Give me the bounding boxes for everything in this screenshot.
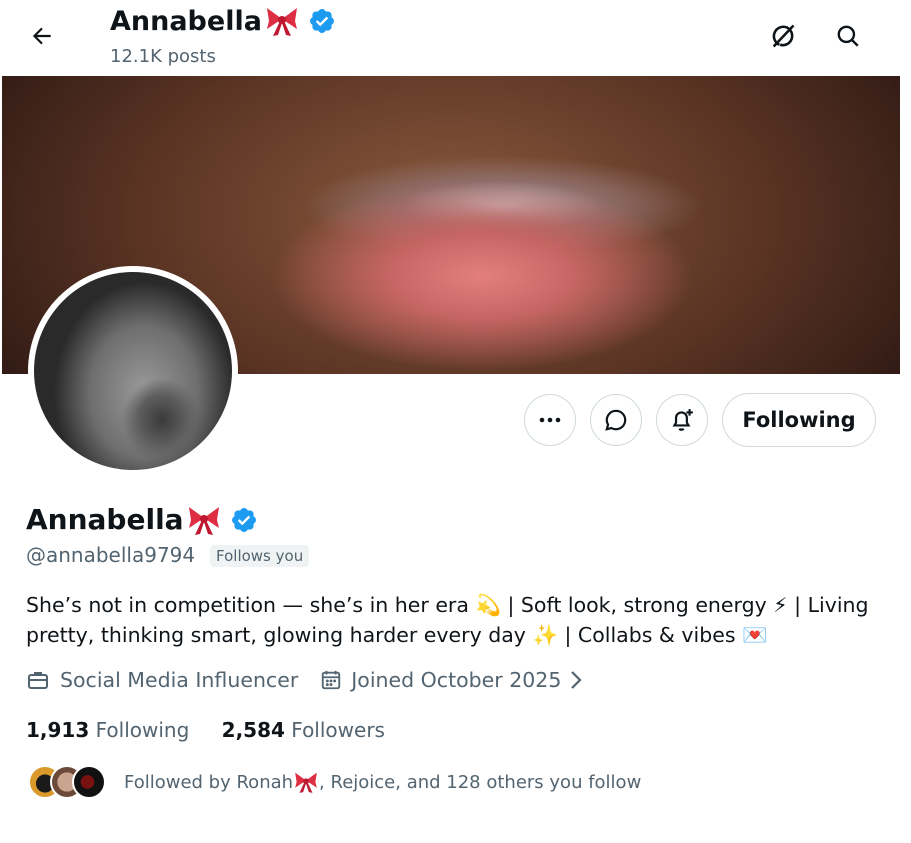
bell-plus-icon <box>672 409 693 431</box>
verified-badge-icon[interactable] <box>308 7 336 35</box>
message-button[interactable] <box>590 394 642 446</box>
following-count-link[interactable]: 1,913 Following <box>26 718 189 742</box>
followers-count-link[interactable]: 2,584 Followers <box>222 718 385 742</box>
profile-handle: @annabella9794 <box>26 543 196 567</box>
header-display-name: Annabella <box>110 5 336 37</box>
post-count: 12.1K posts <box>110 46 216 67</box>
calendar-icon <box>322 670 341 690</box>
following-count: 1,913 <box>26 718 90 742</box>
verified-badge-icon[interactable] <box>230 506 258 534</box>
profile-display-name: Annabella <box>26 503 258 536</box>
follow-counts: 1,913 Following 2,584 Followers <box>26 718 385 742</box>
back-arrow-icon[interactable] <box>24 18 60 54</box>
following-label: Following <box>95 718 190 742</box>
ribbon-emoji-icon <box>266 8 297 36</box>
briefcase-icon <box>28 672 48 689</box>
following-button[interactable]: Following <box>722 393 876 447</box>
avatar[interactable] <box>34 272 232 470</box>
search-icon[interactable] <box>830 18 866 54</box>
follows-you-badge: Follows you <box>210 545 310 567</box>
followed-by-suffix: , Rejoice, and 128 others you follow <box>319 771 642 793</box>
grok-icon[interactable] <box>765 18 801 54</box>
avatar <box>72 765 106 799</box>
followed-by-row[interactable]: Followed by Ronah , Rejoice, and 128 oth… <box>28 765 641 799</box>
followers-count: 2,584 <box>221 718 285 742</box>
more-button[interactable] <box>524 394 576 446</box>
followers-label: Followers <box>291 718 385 742</box>
profile-meta: Social Media Influencer Joined October 2… <box>26 668 583 692</box>
more-icon <box>539 417 561 423</box>
ribbon-emoji-icon <box>295 772 317 793</box>
category-label: Social Media Influencer <box>60 668 299 692</box>
ribbon-emoji-icon <box>188 506 219 535</box>
header-name-text: Annabella <box>110 5 262 37</box>
followed-by-prefix: Followed by Ronah <box>124 771 294 793</box>
profile-bio: She’s not in competition — she’s in her … <box>26 593 869 647</box>
profile-name-text: Annabella <box>26 503 184 536</box>
chevron-right-icon[interactable] <box>569 670 583 690</box>
joined-date: Joined October 2025 <box>351 668 562 692</box>
notifications-button[interactable] <box>656 394 708 446</box>
message-bubble-icon <box>605 409 627 431</box>
